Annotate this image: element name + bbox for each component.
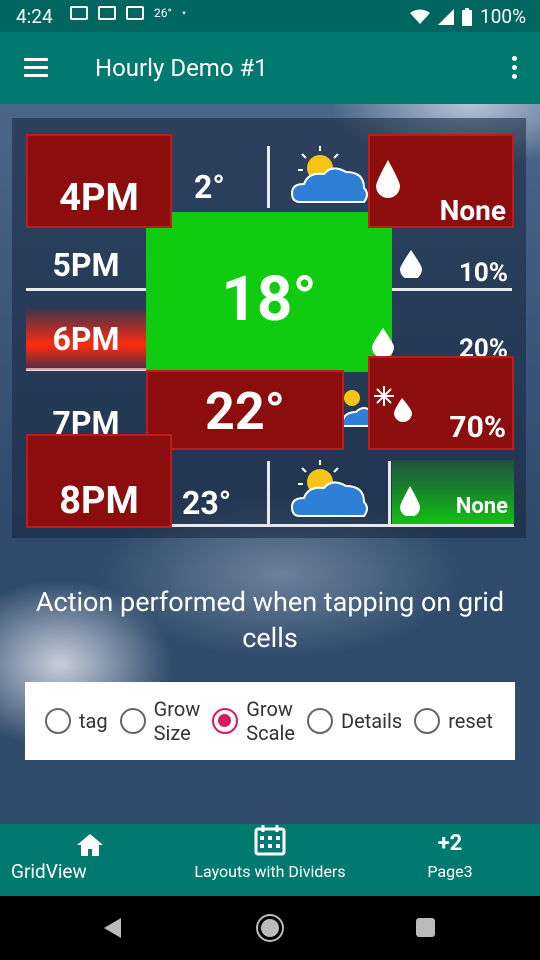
raindrop-icon [372, 328, 394, 356]
col-divider [267, 146, 270, 208]
radio-circle[interactable] [119, 708, 146, 734]
home-button-icon[interactable] [258, 916, 282, 940]
back-icon[interactable] [104, 918, 121, 938]
radio-circle[interactable] [212, 708, 239, 734]
precip-cell[interactable]: 10% [424, 258, 516, 288]
raindrop-icon [400, 250, 422, 278]
time-cell[interactable]: 6PM [26, 308, 146, 370]
radio-details[interactable]: Details [307, 708, 402, 734]
radio-label: Details [341, 709, 403, 733]
nav-item-layouts[interactable]: Layouts with Dividers [180, 824, 360, 896]
temp-cell[interactable]: 2° [194, 168, 225, 206]
news-icon [98, 6, 116, 20]
dot-icon: • [181, 6, 187, 20]
radio-tag[interactable]: tag [45, 708, 108, 734]
nav-label: Page3 [427, 862, 473, 881]
recents-icon[interactable] [416, 918, 435, 937]
radio-grow-scale[interactable]: Grow Scale [212, 697, 295, 745]
page-title: Hourly Demo #1 [95, 54, 268, 82]
radio-label: tag [79, 709, 108, 733]
status-bar: 4:24 26° • 100% [0, 0, 540, 32]
radio-label: reset [448, 709, 493, 733]
radio-circle[interactable] [45, 708, 71, 734]
time-cell[interactable]: 5PM [26, 246, 146, 284]
precip-value: 70% [449, 410, 506, 445]
radio-grow-size[interactable]: Grow Size [119, 697, 201, 745]
precip-value: None [455, 494, 508, 519]
time-cell[interactable]: 7PM [26, 404, 146, 438]
wifi-icon [410, 9, 431, 24]
precip-cell[interactable]: None [392, 460, 514, 524]
more-options-icon[interactable] [512, 56, 518, 83]
notification-icons: 26° • [70, 6, 186, 20]
row-divider [26, 288, 146, 291]
content-area: 2° 5PM 6PM 7PM 18° 10% 20% 4PM None 22° … [0, 104, 540, 824]
gmail-icon [126, 6, 144, 20]
battery-percent: 100% [480, 5, 526, 28]
bottom-navigation: GridView Layouts with Dividers +2 Page3 [0, 824, 540, 896]
raindrop-icon [400, 486, 420, 516]
tap-action-radio-group: tag Grow Size Grow Scale Details reset [25, 682, 515, 760]
temp-cell-expanded[interactable]: 18° [146, 212, 392, 372]
partly-cloudy-icon [290, 146, 368, 203]
battery-icon [462, 7, 473, 26]
radio-label: Grow Scale [246, 697, 295, 745]
time-cell-popup[interactable]: 4PM [26, 134, 172, 228]
nav-label: Layouts with Dividers [194, 862, 346, 881]
row-divider [392, 288, 512, 291]
col-divider [388, 461, 391, 526]
signal-icon [438, 8, 455, 25]
radio-circle[interactable] [307, 708, 333, 734]
col-divider [267, 461, 270, 526]
radio-reset[interactable]: reset [414, 708, 493, 734]
badge-plus-two: +2 [437, 831, 463, 856]
message-icon [70, 6, 88, 20]
time-cell-popup[interactable]: 8PM [26, 434, 172, 528]
partly-cloudy-icon [290, 460, 368, 517]
nav-item-page3[interactable]: +2 Page3 [360, 824, 540, 896]
temp-cell[interactable]: 23° [182, 484, 231, 522]
system-status: 100% [410, 5, 526, 28]
precip-cell-popup[interactable]: None [368, 134, 514, 228]
hourly-grid: 2° 5PM 6PM 7PM 18° 10% 20% 4PM None 22° … [12, 118, 526, 538]
status-temp: 26° [154, 6, 172, 20]
status-time: 4:24 [16, 5, 53, 28]
home-icon [77, 834, 103, 856]
radio-circle[interactable] [414, 708, 441, 734]
nav-label: GridView [11, 860, 87, 883]
raindrop-icon [376, 160, 400, 198]
system-navigation-bar [0, 896, 540, 960]
calendar-icon [254, 825, 286, 856]
temp-cell-popup[interactable]: 22° [146, 370, 344, 450]
nav-item-gridview[interactable]: GridView [0, 824, 180, 896]
precip-cell-popup[interactable]: 70% [368, 356, 514, 450]
description-text: Action performed when tapping on grid ce… [35, 586, 505, 654]
radio-label: Grow Size [153, 697, 201, 745]
snow-rain-icon [374, 386, 412, 422]
menu-icon[interactable] [24, 58, 48, 77]
app-bar: Hourly Demo #1 [0, 32, 540, 104]
precip-value: None [439, 194, 506, 227]
